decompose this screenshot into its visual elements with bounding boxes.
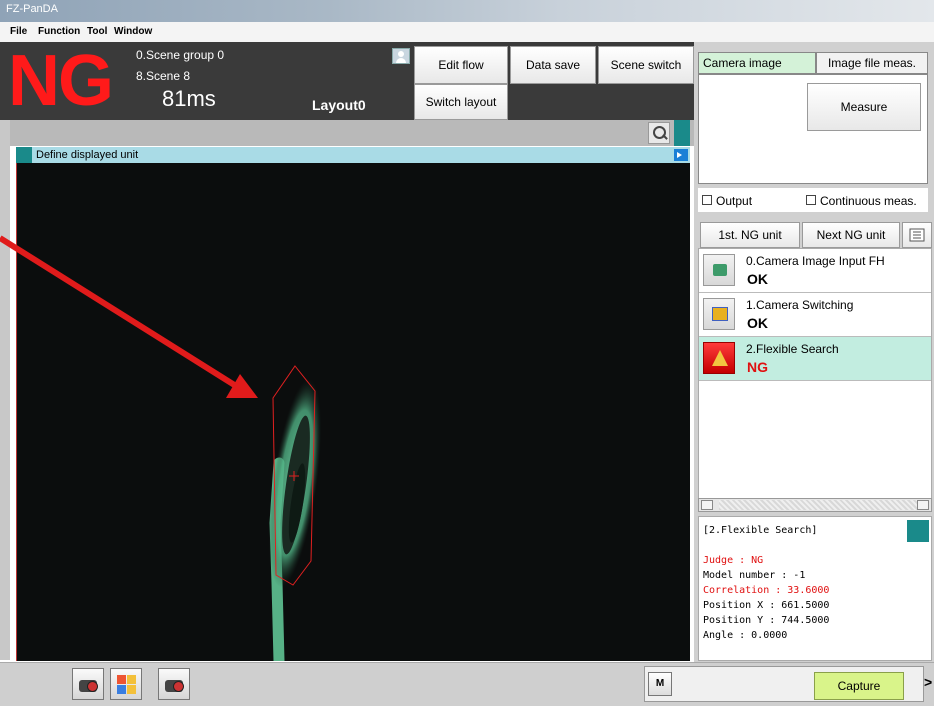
window-handle-icon[interactable]	[16, 147, 32, 163]
edit-flow-button[interactable]: Edit flow	[414, 46, 508, 84]
detail-correlation: Correlation : 33.6000	[703, 585, 830, 596]
layout-icon[interactable]	[110, 668, 142, 700]
list-item[interactable]: 1.Camera Switching OK	[699, 293, 931, 337]
measure-panel: Measure	[698, 74, 928, 184]
left-margin	[0, 120, 10, 660]
list-item[interactable]: 0.Camera Image Input FH OK	[699, 249, 931, 293]
unit-list-settings-icon[interactable]	[902, 222, 932, 248]
list-item[interactable]: 2.Flexible Search NG	[699, 337, 931, 381]
first-ng-unit-button[interactable]: 1st. NG unit	[700, 222, 800, 248]
next-ng-unit-button[interactable]: Next NG unit	[802, 222, 900, 248]
switch-layout-button[interactable]: Switch layout	[414, 84, 508, 120]
scene-group-label: 0.Scene group 0	[136, 48, 225, 62]
camera-input-icon	[703, 254, 735, 286]
image-toolbar-tab[interactable]	[674, 120, 690, 146]
menu-function[interactable]: Function	[38, 26, 80, 37]
title-bar: FZ-PanDA	[0, 0, 934, 22]
detail-model-number: Model number : -1	[703, 570, 806, 581]
m-button[interactable]: M	[648, 672, 672, 696]
processing-time: 81ms	[162, 86, 216, 111]
unit-list-scrollbar[interactable]	[698, 498, 932, 512]
user-icon[interactable]	[392, 48, 410, 64]
camera-image-view[interactable]	[16, 163, 690, 661]
detail-judge: Judge : NG	[703, 555, 764, 566]
camera-switching-icon	[703, 298, 735, 330]
detail-panel-tab[interactable]	[907, 520, 929, 542]
overall-judgement: NG	[8, 41, 114, 121]
menu-window[interactable]: Window	[114, 26, 152, 37]
detail-position-x: Position X : 661.5000	[703, 600, 830, 611]
continuous-meas-checkbox[interactable]	[806, 195, 816, 205]
image-window-titlebar: Define displayed unit	[16, 147, 690, 163]
detail-title: [2.Flexible Search]	[703, 525, 818, 536]
menu-file[interactable]: File	[10, 26, 27, 37]
more-button[interactable]: >	[924, 674, 932, 690]
flexible-search-icon	[703, 342, 735, 374]
list-icon	[909, 228, 925, 242]
output-label: Output	[716, 194, 753, 208]
app-title: FZ-PanDA	[6, 3, 58, 15]
detail-position-y: Position Y : 744.5000	[703, 615, 830, 626]
data-save-button[interactable]: Data save	[510, 46, 596, 84]
measure-button[interactable]: Measure	[807, 83, 921, 131]
unit-name: 0.Camera Image Input FH	[746, 254, 885, 268]
measure-options: Output Continuous meas.	[698, 188, 928, 212]
unit-name: 1.Camera Switching	[746, 298, 854, 312]
unit-result: NG	[747, 359, 768, 375]
detail-angle: Angle : 0.0000	[703, 630, 788, 641]
tab-image-file-meas[interactable]: Image file meas.	[816, 52, 928, 74]
output-checkbox[interactable]	[702, 195, 712, 205]
scene-switch-button[interactable]: Scene switch	[598, 46, 694, 84]
menu-tool[interactable]: Tool	[87, 26, 107, 37]
layout-label: Layout0	[312, 97, 366, 113]
scroll-right-arrow[interactable]	[917, 500, 929, 510]
scroll-track[interactable]	[719, 500, 917, 510]
zoom-icon[interactable]	[648, 122, 670, 144]
window-menu-icon[interactable]	[674, 149, 688, 161]
processing-unit-list: 0.Camera Image Input FH OK 1.Camera Swit…	[698, 248, 932, 512]
detail-result-panel: [2.Flexible Search] Judge : NG Model num…	[698, 516, 932, 661]
continuous-meas-label: Continuous meas.	[820, 194, 917, 208]
tab-camera-image-meas[interactable]: Camera image meas.	[698, 52, 816, 84]
scene-label: 8.Scene 8	[136, 69, 191, 83]
camera-icon[interactable]	[72, 668, 104, 700]
camera-image	[17, 163, 690, 661]
unit-name: 2.Flexible Search	[746, 342, 839, 356]
scroll-left-arrow[interactable]	[701, 500, 713, 510]
unit-result: OK	[747, 315, 768, 331]
image-toolbar	[10, 120, 694, 146]
camera-settings-icon[interactable]	[158, 668, 190, 700]
menu-bar: File Function Tool Window	[0, 22, 934, 42]
unit-result: OK	[747, 271, 768, 287]
capture-button[interactable]: Capture	[814, 672, 904, 700]
image-window-title: Define displayed unit	[36, 149, 139, 161]
